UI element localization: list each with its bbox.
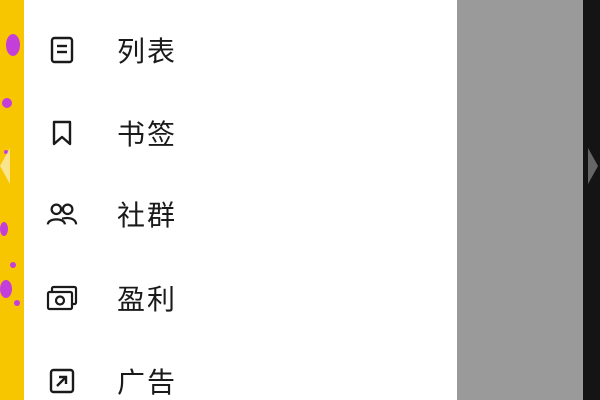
- decor-dot: [14, 300, 20, 306]
- background-image-left: [0, 0, 24, 400]
- menu-item-label: 广告: [117, 366, 178, 399]
- menu-item-community[interactable]: 社群: [24, 178, 457, 250]
- decor-dot: [0, 280, 12, 298]
- menu-item-label: 社群: [117, 199, 178, 232]
- ads-icon: [46, 365, 78, 397]
- list-icon: [46, 34, 78, 66]
- screen: ··· ··· ··· 列表 书签: [0, 0, 600, 400]
- chevron-right-icon: [588, 148, 598, 184]
- menu-item-ads[interactable]: 广告: [24, 345, 457, 400]
- decor-dot: [2, 98, 12, 108]
- decor-dot: [10, 262, 16, 268]
- monetization-icon: [46, 282, 78, 314]
- menu-item-list[interactable]: 列表: [24, 14, 457, 86]
- dimmed-edge: [583, 0, 600, 400]
- community-icon: [46, 198, 78, 230]
- bookmark-icon: [46, 117, 78, 149]
- chevron-left-icon: [0, 148, 10, 184]
- menu-item-monetization[interactable]: 盈利: [24, 262, 457, 334]
- menu-item-label: 盈利: [117, 283, 178, 316]
- menu-item-label: 书签: [117, 118, 178, 151]
- menu-item-label: 列表: [117, 35, 178, 68]
- dimmed-background[interactable]: ··· ··· ···: [457, 0, 583, 400]
- navigation-drawer: 列表 书签 社群 盈利 广告: [24, 0, 457, 400]
- decor-dot: [6, 34, 20, 56]
- decor-dot: [0, 222, 8, 236]
- menu-item-bookmarks[interactable]: 书签: [24, 97, 457, 169]
